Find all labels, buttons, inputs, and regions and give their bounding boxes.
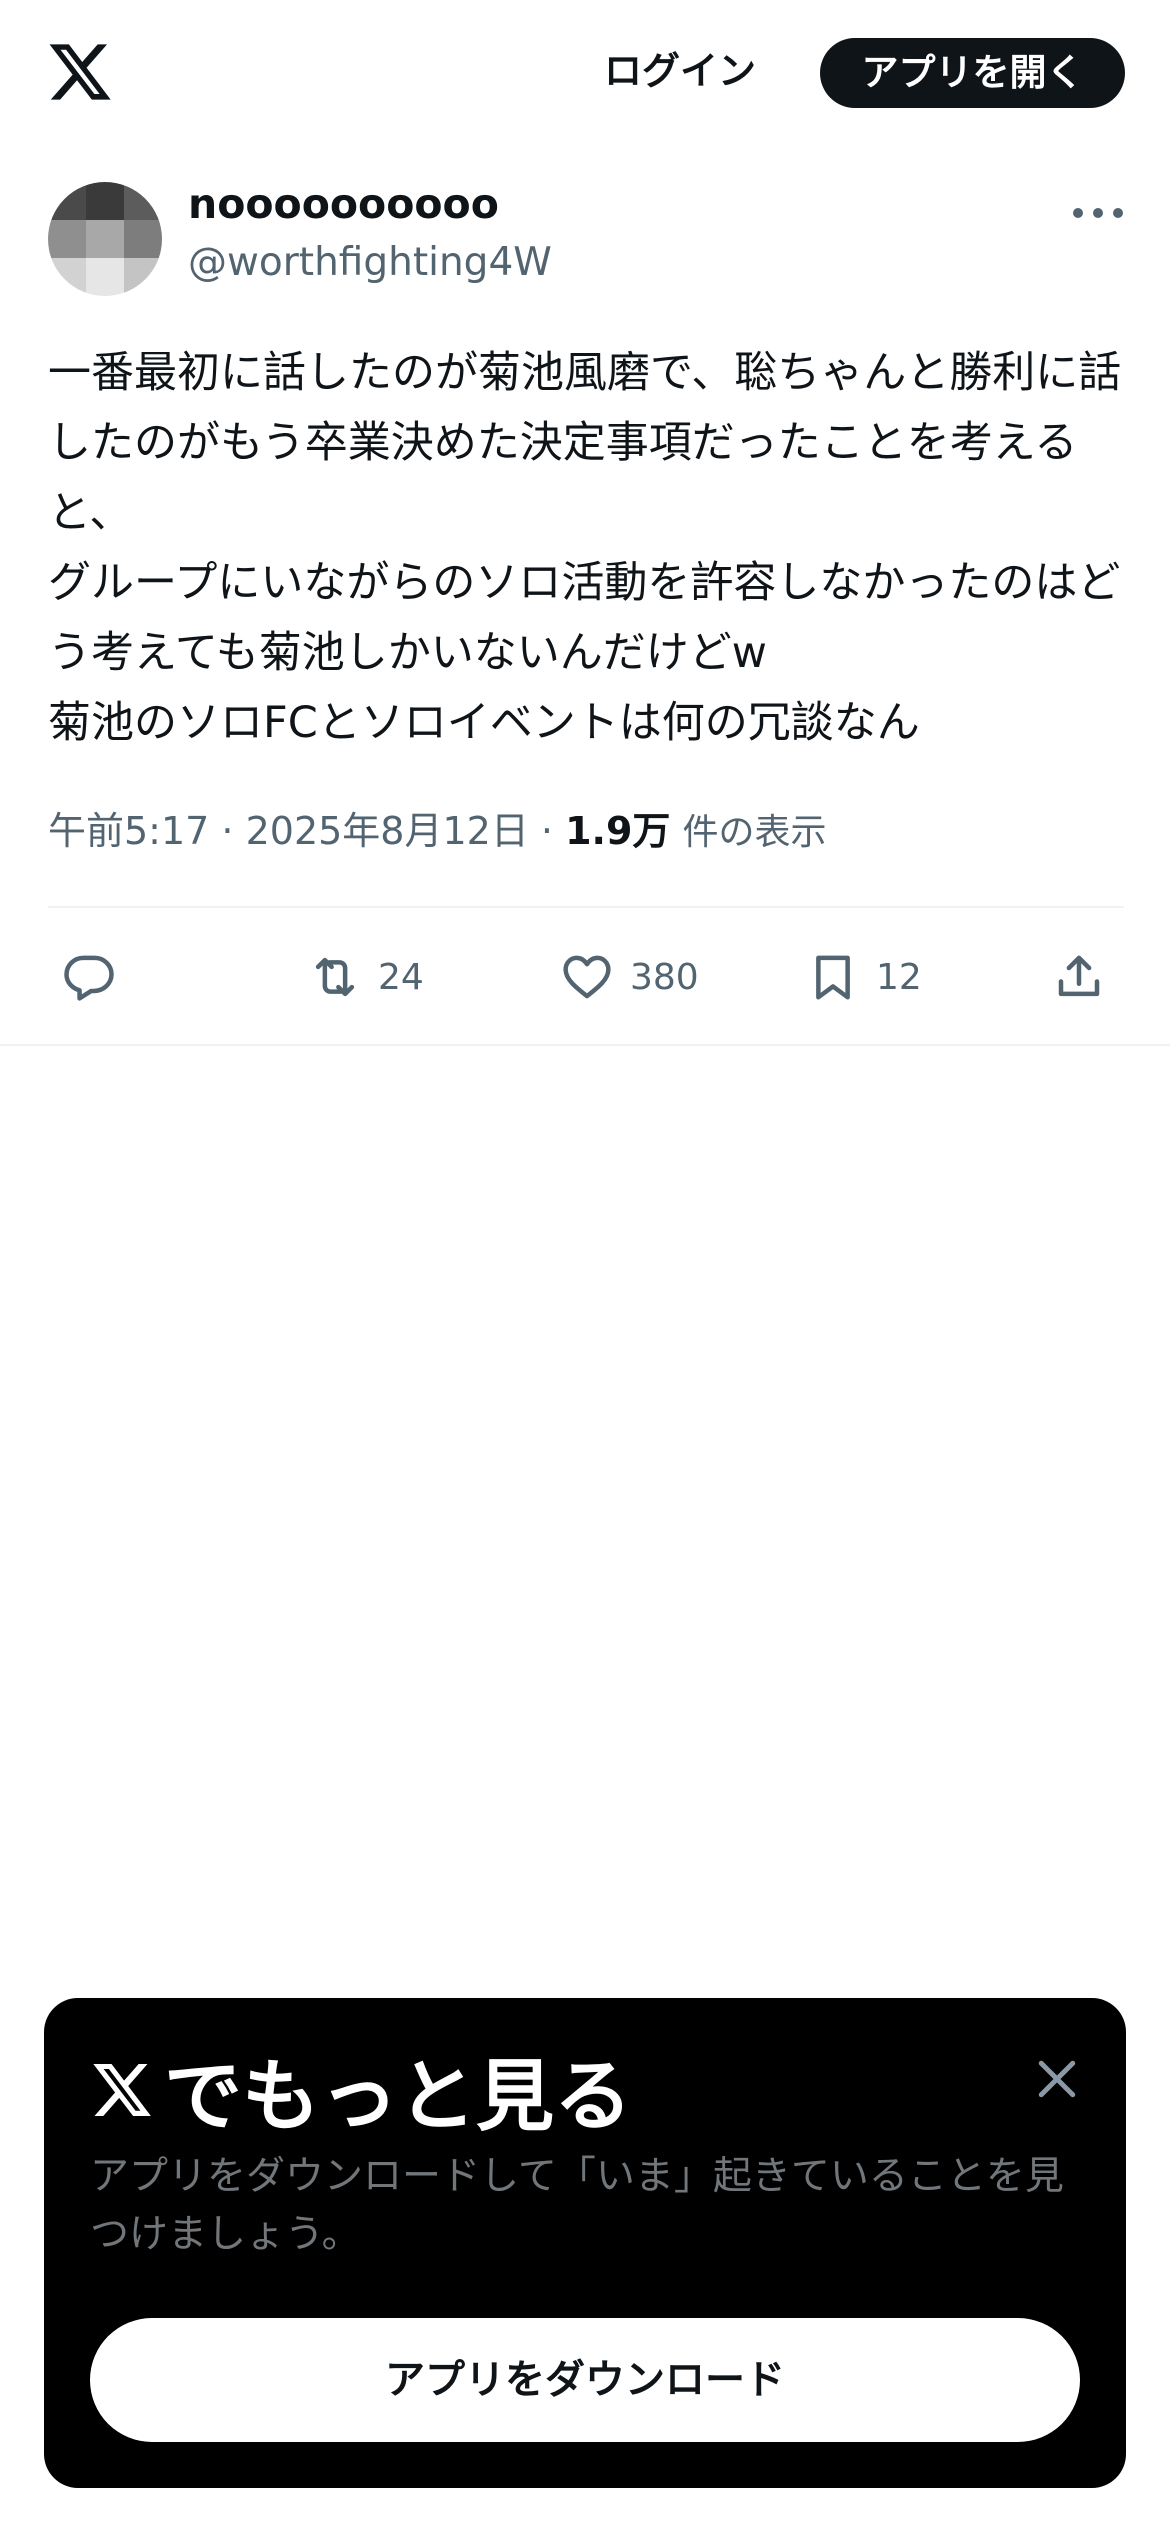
avatar-tile [124,258,162,296]
avatar-tile [86,258,124,296]
like-count: 380 [630,956,699,998]
reply-icon [64,955,114,1001]
avatar-tile [48,258,86,296]
post-text: 一番最初に話したのが菊池風磨で、聡ちゃんと勝利に話したのがもう卒業決めた決定事項… [48,348,1122,748]
post-date[interactable]: 2025年8月12日 [246,809,529,853]
repost-count: 24 [378,956,424,998]
login-link[interactable]: ログイン [580,38,780,104]
author-handle[interactable]: @worthfighting4W [188,240,552,285]
avatar-tile [124,220,162,258]
bookmark-icon [816,955,850,1000]
top-bar: ログイン アプリを開く [0,0,1170,150]
share-icon [1058,955,1100,997]
repost-icon [315,957,355,997]
post-meta: 午前5:17 · 2025年8月12日 · 1.9万 件の表示 [48,800,1128,855]
meta-separator: · [528,809,566,853]
divider [48,906,1124,908]
avatar-tile [48,220,86,258]
close-icon[interactable] [1030,2052,1084,2106]
heart-icon [563,955,611,999]
meta-separator: · [209,809,246,853]
app-promo-card: でもっと見る アプリをダウンロードして「いま」起きていることを見つけましょう。 … [44,1998,1126,2488]
open-app-button[interactable]: アプリを開く [820,38,1125,108]
bookmark-button[interactable]: 12 [806,940,922,1014]
avatar[interactable] [48,182,162,296]
promo-title: でもっと見る [90,2040,632,2142]
repost-button[interactable]: 24 [308,940,424,1014]
avatar-tile [86,182,124,220]
promo-title-text: でもっと見る [164,2052,633,2142]
promo-description: アプリをダウンロードして「いま」起きていることを見つけましょう。 [90,2154,1064,2257]
author-display-name[interactable]: noooooooooo [188,180,499,228]
divider [0,1044,1170,1046]
bookmark-count: 12 [876,956,922,998]
views-count: 1.9万 [565,809,671,853]
download-app-button[interactable]: アプリをダウンロード [90,2318,1080,2442]
more-horizontal-icon[interactable] [1070,195,1126,231]
avatar-tile [124,182,162,220]
share-button[interactable] [1052,940,1122,1014]
avatar-tile [86,220,124,258]
x-logo-icon[interactable] [46,38,114,106]
post-time[interactable]: 午前5:17 [48,809,209,853]
views-label: 件の表示 [682,812,827,853]
like-button[interactable]: 380 [560,940,699,1014]
reply-button[interactable] [62,940,132,1014]
x-logo-icon [93,2064,151,2116]
avatar-tile [48,182,86,220]
action-bar: 24 380 12 [0,940,1170,1014]
